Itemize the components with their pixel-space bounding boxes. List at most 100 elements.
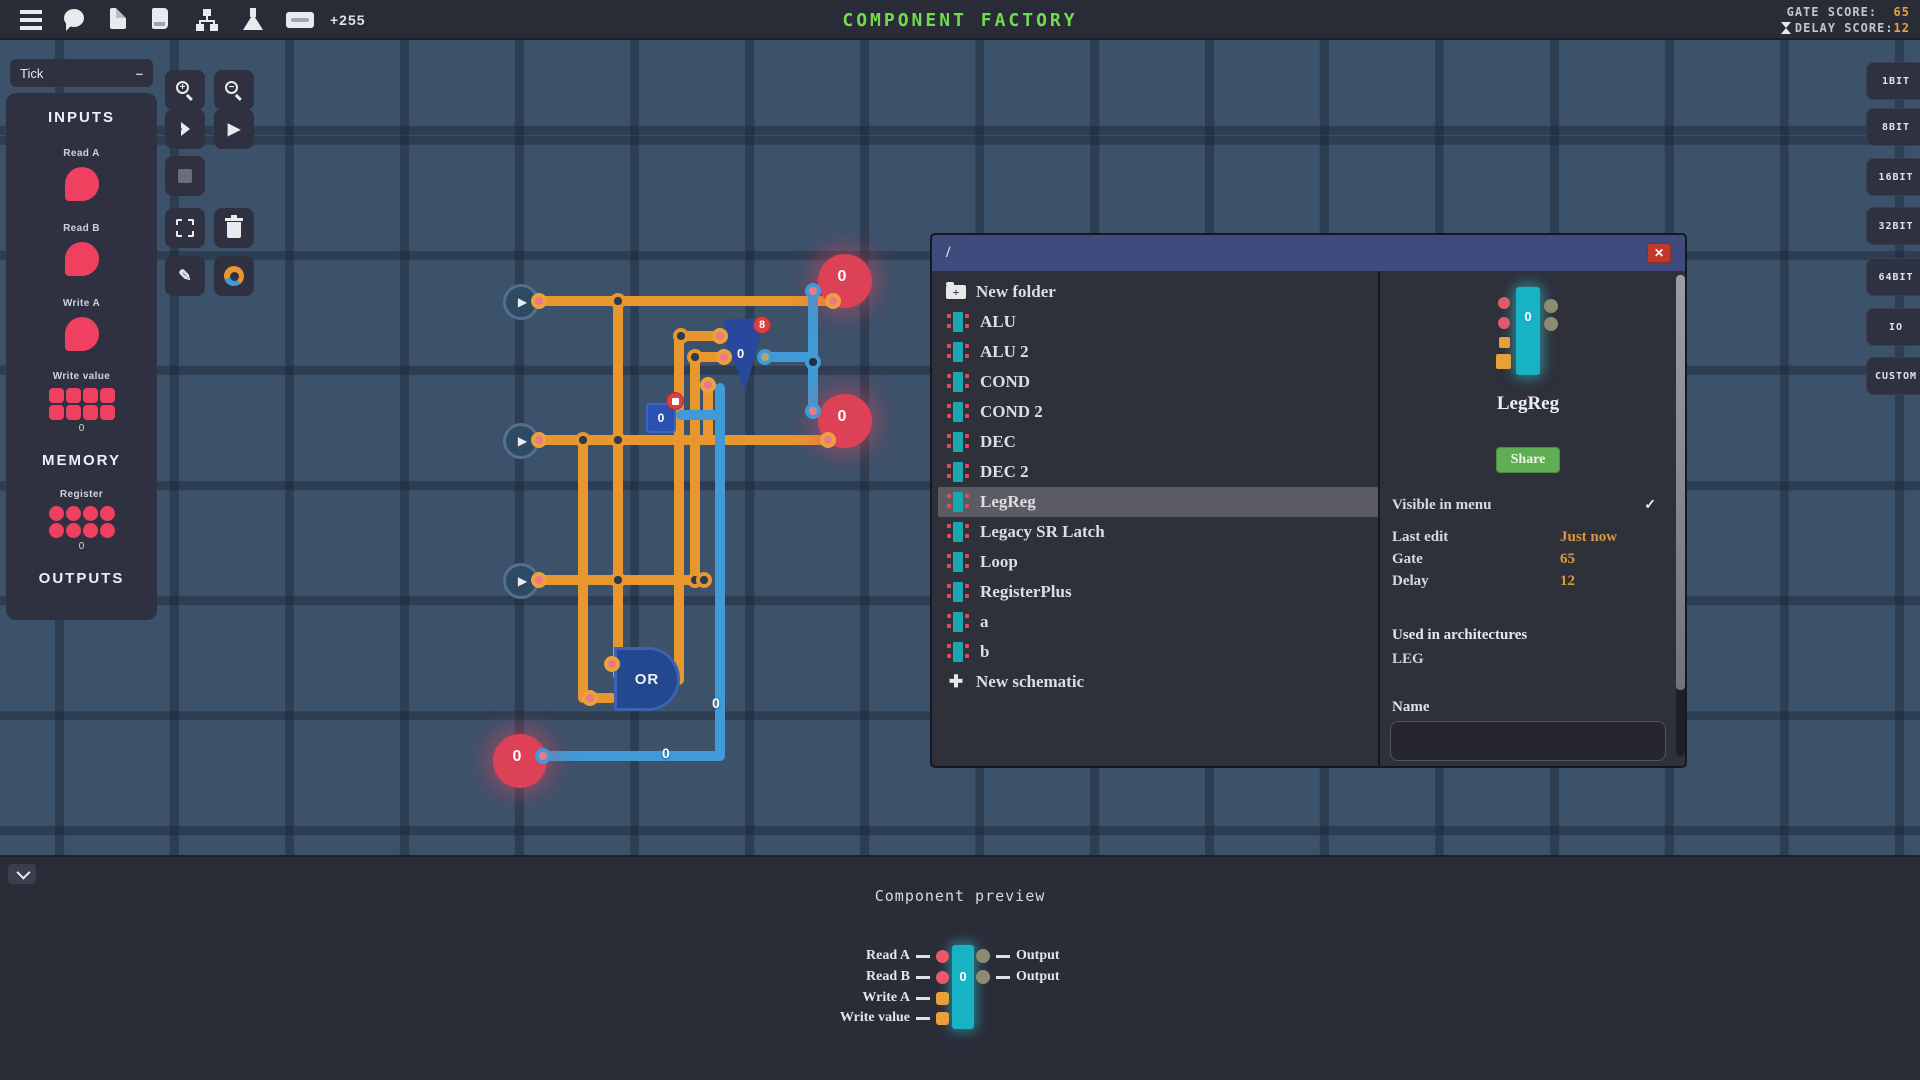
delay-label: Delay <box>1392 573 1429 589</box>
tab-64bit[interactable]: 64BIT <box>1866 258 1920 296</box>
folder-plus-icon: + <box>946 282 966 299</box>
name-input[interactable] <box>1390 721 1666 761</box>
wire-cap <box>820 432 836 448</box>
wire-blue-h3[interactable] <box>676 410 725 420</box>
palette-item-write-value[interactable] <box>48 388 115 420</box>
palette-item-register[interactable] <box>48 506 115 538</box>
used-in-architectures-heading: Used in architectures <box>1392 627 1528 643</box>
palette-item-read-b[interactable] <box>64 242 99 276</box>
port-connector <box>916 1016 930 1020</box>
wire-junction <box>610 293 626 309</box>
pin-output-dot <box>531 293 547 309</box>
tab-1bit[interactable]: 1BIT <box>1866 62 1920 100</box>
list-item-label: COND <box>980 372 1031 391</box>
wire-cap <box>700 377 716 393</box>
zoom-out-button[interactable]: − <box>214 70 254 110</box>
pin-output-dot <box>531 432 547 448</box>
port-label: Read B <box>866 969 910 984</box>
list-item-cond[interactable]: COND <box>938 367 1378 397</box>
tab-16bit[interactable]: 16BIT <box>1866 158 1920 196</box>
last-edit-label: Last edit <box>1392 529 1449 545</box>
pin-output-dot <box>531 572 547 588</box>
tab-8bit[interactable]: 8BIT <box>1866 108 1920 146</box>
component-icon <box>946 491 970 513</box>
palette-item-read-a[interactable] <box>64 167 99 201</box>
palette-item-write-a[interactable] <box>64 317 99 351</box>
list-item-label: New folder <box>976 282 1056 301</box>
wire-cap <box>535 748 551 764</box>
collapse-panel-button[interactable] <box>8 864 36 884</box>
last-edit-value: Just now <box>1560 529 1618 545</box>
port-connector <box>996 975 1010 979</box>
scrollbar-thumb[interactable] <box>1676 275 1685 690</box>
list-item-label: Loop <box>980 552 1018 571</box>
hole-tool-button[interactable] <box>214 256 254 296</box>
list-item-label: ALU 2 <box>980 342 1029 361</box>
wire-orange-v1[interactable] <box>613 296 623 680</box>
wire-orange-v3[interactable] <box>674 331 684 685</box>
wire-blue-h2[interactable] <box>540 751 725 761</box>
list-item-legacy-sr-latch[interactable]: Legacy SR Latch <box>938 517 1378 547</box>
component-value: 0 <box>1524 309 1532 324</box>
component-name: LegReg <box>1496 393 1560 414</box>
list-item-cond-2[interactable]: COND 2 <box>938 397 1378 427</box>
wire-orange-h1[interactable] <box>533 296 833 306</box>
delete-button[interactable] <box>214 208 254 248</box>
top-menu-bar: +255 COMPONENT FACTORY GATE SCORE: 65 DE… <box>0 0 1920 40</box>
wire-orange-v2[interactable] <box>578 435 588 703</box>
list-item-dec[interactable]: DEC <box>938 427 1378 457</box>
close-button[interactable]: ✕ <box>1647 243 1671 263</box>
wire-junction <box>575 432 591 448</box>
tab-custom[interactable]: CUSTOM <box>1866 357 1920 395</box>
step-button[interactable] <box>165 109 205 149</box>
schematic-browser-dialog: / ✕ + New folder ALU ALU 2 COND COND 2 D… <box>930 233 1687 768</box>
palette-item-label: Read A <box>63 148 100 159</box>
list-item-label: Legacy SR Latch <box>980 522 1105 541</box>
edit-button[interactable]: ✎ <box>165 256 205 296</box>
component-badge-icon <box>666 392 684 410</box>
or-gate[interactable]: OR <box>614 647 680 711</box>
dialog-scrollbar[interactable] <box>1676 275 1685 756</box>
list-item-registerplus[interactable]: RegisterPlus <box>938 577 1378 607</box>
list-item-new-folder[interactable]: + New folder <box>938 277 1378 307</box>
wire-junction <box>805 354 821 370</box>
zoom-in-button[interactable]: + <box>165 70 205 110</box>
selection-icon <box>176 219 194 237</box>
tab-32bit[interactable]: 32BIT <box>1866 207 1920 245</box>
list-item-alu-2[interactable]: ALU 2 <box>938 337 1378 367</box>
list-item-alu[interactable]: ALU <box>938 307 1378 337</box>
tab-io[interactable]: IO <box>1866 308 1920 346</box>
component-icon <box>946 311 970 333</box>
tick-dropdown[interactable]: Tick – <box>10 59 153 87</box>
list-item-legreg-selected[interactable]: LegReg <box>938 487 1378 517</box>
component-icon <box>946 371 970 393</box>
donut-icon <box>224 266 244 286</box>
visible-in-menu-row: Visible in menu ✓ <box>1392 497 1660 517</box>
zoom-out-icon: − <box>225 81 243 101</box>
wire-orange-v4[interactable] <box>690 352 700 585</box>
list-item-new-schematic[interactable]: ✚ New schematic <box>938 667 1378 697</box>
play-button[interactable]: ▶ <box>214 109 254 149</box>
port-dot-word <box>936 1011 949 1025</box>
select-tool-button[interactable] <box>165 208 205 248</box>
list-item-b[interactable]: b <box>938 637 1378 667</box>
port-label: Write value <box>839 1010 910 1025</box>
share-button[interactable]: Share <box>1496 447 1560 473</box>
component-icon <box>946 551 970 573</box>
delay-score: DELAY SCORE:12 <box>1780 21 1910 35</box>
list-item-dec-2[interactable]: DEC 2 <box>938 457 1378 487</box>
gate-value: 65 <box>1560 551 1575 567</box>
wire-blue-v1[interactable] <box>808 287 818 415</box>
dialog-titlebar[interactable]: / ✕ <box>932 235 1685 271</box>
name-field-label: Name <box>1392 699 1430 715</box>
visible-checkbox[interactable]: ✓ <box>1644 497 1656 514</box>
list-item-loop[interactable]: Loop <box>938 547 1378 577</box>
stop-button[interactable] <box>165 156 205 196</box>
list-item-label: ALU <box>980 312 1016 331</box>
wire-junction <box>673 328 689 344</box>
dialog-divider <box>1378 271 1380 766</box>
list-item-a[interactable]: a <box>938 607 1378 637</box>
visible-in-menu-label: Visible in menu <box>1392 497 1492 513</box>
component-value: 0 <box>959 969 967 984</box>
palette-item-label: Write value <box>52 371 111 382</box>
